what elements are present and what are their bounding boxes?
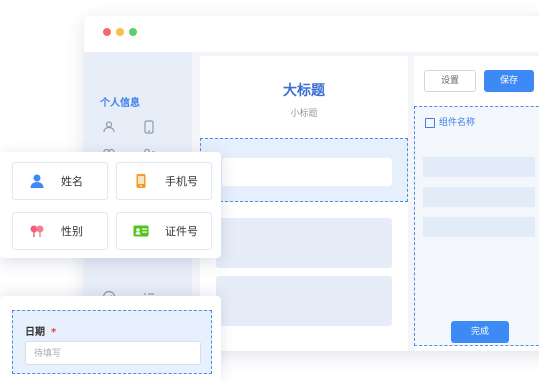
component-properties: 组件名称 完成 (414, 106, 539, 346)
date-label: 日期 * (25, 323, 56, 338)
property-field[interactable] (423, 157, 535, 177)
settings-button[interactable]: 设置 (424, 70, 476, 92)
maximize-window-icon[interactable] (129, 28, 137, 36)
component-name-header: 组件名称 (425, 115, 475, 128)
selected-block-input[interactable] (222, 158, 392, 186)
field-palette-card: 姓名 手机号 性别 证件号 (0, 152, 221, 258)
date-input[interactable]: 待填写 (25, 341, 201, 365)
field-gender[interactable]: 性别 (12, 212, 108, 250)
date-field-block[interactable]: 日期 * 待填写 (12, 310, 212, 374)
field-label: 性别 (61, 225, 83, 238)
field-phone[interactable]: 手机号 (116, 162, 212, 200)
field-label: 姓名 (61, 175, 83, 188)
phone-icon (133, 173, 149, 189)
sidebar-section-title: 个人信息 (100, 98, 140, 109)
title-bar (84, 16, 539, 52)
minimize-window-icon[interactable] (116, 28, 124, 36)
form-title[interactable]: 大标题 (200, 80, 408, 100)
gender-icon (29, 223, 45, 239)
component-name: 组件名称 (439, 118, 476, 128)
close-window-icon[interactable] (103, 28, 111, 36)
property-field[interactable] (423, 217, 535, 237)
form-subtitle[interactable]: 小标题 (200, 106, 408, 119)
field-name[interactable]: 姓名 (12, 162, 108, 200)
date-label-text: 日期 (25, 327, 45, 338)
phone-outline-icon[interactable] (142, 120, 156, 134)
person-outline-icon[interactable] (102, 120, 116, 134)
id-card-icon (133, 223, 149, 239)
date-field-card: 日期 * 待填写 (0, 296, 221, 382)
form-block[interactable] (216, 218, 392, 268)
field-id-number[interactable]: 证件号 (116, 212, 212, 250)
field-label: 证件号 (165, 225, 198, 238)
calendar-icon (425, 117, 435, 128)
required-mark: * (51, 327, 57, 338)
person-icon (29, 173, 45, 189)
save-button[interactable]: 保存 (484, 70, 534, 92)
done-button[interactable]: 完成 (451, 321, 509, 343)
property-field[interactable] (423, 187, 535, 207)
form-canvas: 大标题 小标题 (200, 56, 408, 351)
form-block[interactable] (216, 276, 392, 326)
properties-panel: 设置 保存 组件名称 完成 (414, 56, 539, 351)
field-label: 手机号 (165, 175, 198, 188)
